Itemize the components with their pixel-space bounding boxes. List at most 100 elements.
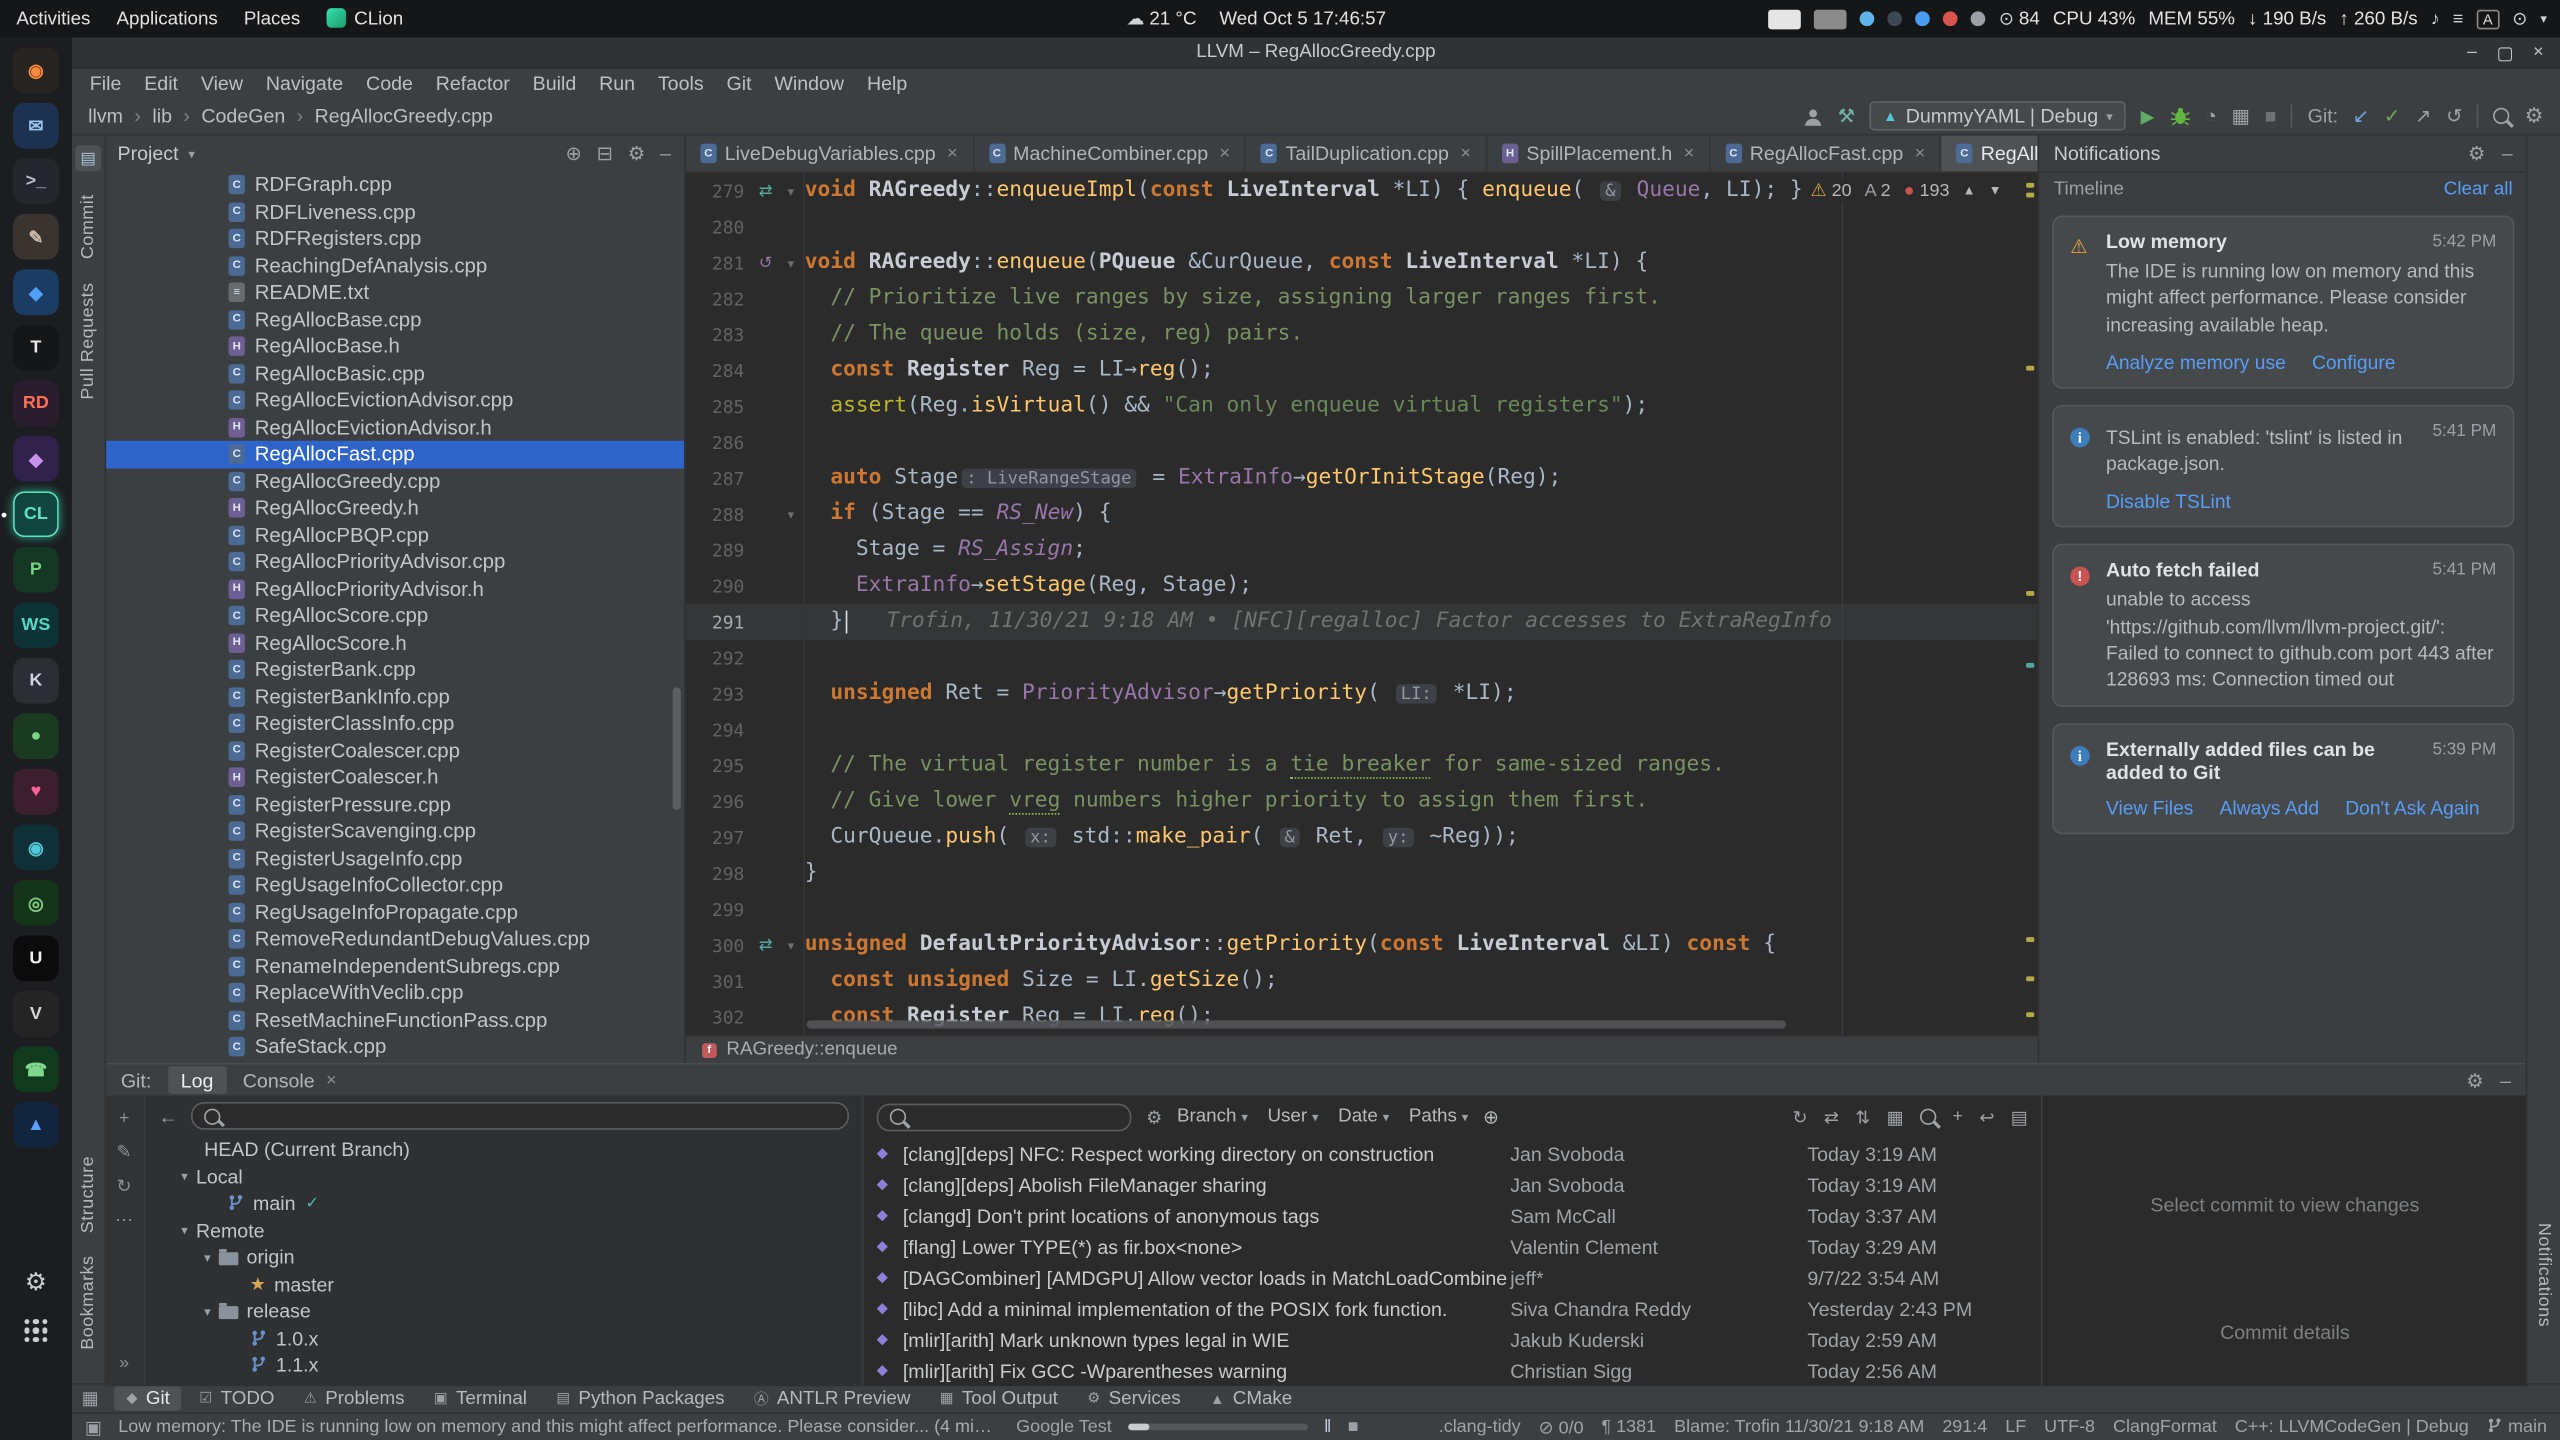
dock-icon[interactable]: ◉ — [13, 824, 59, 870]
dock-icon[interactable]: ▲ — [13, 1102, 59, 1148]
project-file-row[interactable]: RegAllocBasic.cpp — [104, 360, 683, 387]
editor-tab[interactable]: SpillPlacement.h × — [1487, 136, 1710, 172]
line-number[interactable]: 281 — [686, 252, 751, 273]
mem-indicator[interactable]: MEM 55% — [2148, 9, 2235, 29]
tool-window-button[interactable]: ▦ Tool Output — [928, 1386, 1069, 1410]
tab-git-console[interactable]: Console× — [243, 1069, 337, 1092]
project-file-row[interactable]: ReachingDefAnalysis.cpp — [104, 252, 683, 279]
panel-settings-icon[interactable]: ⚙ — [628, 142, 646, 165]
commit-row[interactable]: ◆ [mlir][arith] Mark unknown types legal… — [864, 1324, 2041, 1355]
commit-row[interactable]: ◆ [clang][deps] NFC: Respect working dir… — [864, 1138, 2041, 1169]
line-number[interactable]: 298 — [686, 863, 751, 884]
line-number[interactable]: 299 — [686, 899, 751, 920]
editor-tab[interactable]: RegAllocFast.cpp × — [1711, 136, 1942, 172]
tool-button-notifications[interactable]: Notifications — [2534, 1223, 2554, 1327]
branch-row[interactable]: ★ main ✓ — [145, 1190, 862, 1217]
close-icon[interactable]: × — [326, 1070, 337, 1090]
project-file-row[interactable]: RegAllocEvictionAdvisor.h — [104, 414, 683, 441]
project-file-row[interactable]: RegisterClassInfo.cpp — [104, 710, 683, 737]
keyboard-layout-indicator[interactable]: A — [2476, 9, 2499, 29]
applications-menu[interactable]: Applications — [117, 9, 218, 29]
project-file-row[interactable]: RegisterPressure.cpp — [104, 791, 683, 818]
commit-row[interactable]: ◆ [mlir][arith] Fix GCC -Wparentheses wa… — [864, 1355, 2041, 1386]
search-everywhere-icon[interactable] — [2494, 108, 2510, 124]
breadcrumb-item[interactable]: RegAllocGreedy.cpp — [315, 104, 493, 127]
code-line[interactable]: 300 ⇄ ▾ unsigned DefaultPriorityAdvisor:… — [686, 927, 2038, 963]
navigate-icon[interactable]: + — [1953, 1107, 1964, 1127]
project-panel-title[interactable]: Project — [118, 142, 179, 165]
tool-button-project[interactable]: ▤ — [75, 145, 101, 171]
fold-icon[interactable]: ▾ — [780, 256, 801, 271]
dock-icon[interactable]: U — [13, 936, 59, 982]
dock-icon[interactable]: K — [13, 658, 59, 704]
project-file-row[interactable]: RegAllocBase.h — [104, 333, 683, 360]
project-file-row[interactable]: RDFRegisters.cpp — [104, 225, 683, 252]
chevron-down-icon[interactable]: ▾ — [204, 1304, 211, 1319]
menu-item[interactable]: Tools — [646, 72, 715, 95]
panel-settings-icon[interactable]: ⚙ — [2468, 142, 2486, 165]
memory-indicator[interactable]: ¶ 1381 — [1602, 1417, 1657, 1437]
tool-button-commit[interactable]: Commit — [78, 194, 98, 259]
rollback-icon[interactable]: ↩ — [1979, 1106, 1994, 1127]
dock-icon[interactable]: V — [13, 991, 59, 1037]
project-file-row[interactable]: SafeStack.cpp — [104, 1033, 683, 1060]
fold-icon[interactable]: ▾ — [780, 184, 801, 199]
dock-icon[interactable]: ◎ — [13, 880, 59, 926]
notification-card[interactable]: TSLint is enabled: 'tslint' is listed in… — [2052, 405, 2514, 528]
settings-gear-icon[interactable]: ⚙ — [2525, 103, 2544, 129]
breadcrumb-item[interactable]: lib — [152, 104, 201, 127]
code-line[interactable]: 281 ↺ ▾ void RAGreedy::enqueue(PQueue &C… — [686, 245, 2038, 281]
close-icon[interactable]: × — [1220, 144, 1231, 164]
commit-row[interactable]: ◆ [clang][deps] Abolish FileManager shar… — [864, 1169, 2041, 1200]
dock-icon[interactable]: ♥ — [13, 769, 59, 815]
app-grid-icon[interactable] — [24, 1319, 47, 1342]
prev-problem-icon[interactable]: ▲ — [1963, 183, 1976, 198]
fold-icon[interactable]: ▾ — [780, 938, 801, 953]
chevron-down-icon[interactable]: ▾ — [181, 1223, 188, 1238]
window-title-bar[interactable]: LLVM – RegAllocGreedy.cpp – ▢ × — [72, 38, 2560, 69]
stripe-mark[interactable] — [2026, 1012, 2034, 1017]
dock-icon[interactable]: ◆ — [13, 269, 59, 315]
inspections-widget[interactable]: ⚠ 20 A 2 ● 193 ▲ ▼ — [1804, 178, 2008, 202]
project-file-row[interactable]: RegAllocGreedy.h — [104, 495, 683, 522]
more-icon[interactable]: ⋯ — [115, 1210, 133, 1231]
code-area[interactable]: 279 ⇄ ▾ void RAGreedy::enqueueImpl(const… — [686, 173, 2038, 1035]
line-number[interactable]: 285 — [686, 396, 751, 417]
coverage-button[interactable]: ◔ — [2205, 104, 2217, 127]
project-file-row[interactable]: RegAllocScore.h — [104, 629, 683, 656]
panel-settings-icon[interactable]: ⚙ — [2466, 1069, 2484, 1092]
log-filter[interactable]: User — [1267, 1107, 1318, 1127]
git-rollback-button[interactable]: ↺ — [2446, 104, 2462, 127]
notification-card[interactable]: Auto fetch failed unable to access 'http… — [2052, 544, 2514, 707]
tray-icon[interactable] — [1860, 11, 1875, 26]
app-menu[interactable]: CLion — [326, 8, 403, 29]
line-number[interactable]: 284 — [686, 360, 751, 381]
places-menu[interactable]: Places — [244, 9, 300, 29]
close-icon[interactable]: × — [1460, 144, 1471, 164]
stop-icon[interactable]: ■ — [1348, 1417, 1359, 1437]
log-filter[interactable]: Date — [1338, 1107, 1389, 1127]
commit-row[interactable]: ◆ [DAGCombiner] [AMDGPU] Allow vector lo… — [864, 1262, 2041, 1293]
stripe-mark[interactable] — [2026, 183, 2034, 188]
code-line[interactable]: 286 — [686, 424, 2038, 460]
timeline-label[interactable]: Timeline — [2054, 180, 2124, 200]
refresh-icon[interactable]: ↻ — [117, 1176, 132, 1197]
code-line[interactable]: 289 Stage = RS_Assign; — [686, 532, 2038, 568]
notification-card[interactable]: Low memory The IDE is running low on mem… — [2052, 216, 2514, 389]
user-icon[interactable] — [1802, 105, 1823, 126]
line-number[interactable]: 289 — [686, 540, 751, 561]
menu-item[interactable]: Navigate — [254, 72, 354, 95]
run-button[interactable]: ▶ — [2141, 105, 2155, 126]
dock-icon[interactable]: ◆ — [13, 436, 59, 482]
layout-icon[interactable]: ▦ — [1887, 1106, 1904, 1127]
tool-window-button[interactable]: ▲ CMake — [1199, 1386, 1304, 1410]
project-file-row[interactable]: RegAllocBase.cpp — [104, 306, 683, 333]
tool-window-button[interactable]: ⚙ Services — [1076, 1386, 1192, 1410]
line-number[interactable]: 287 — [686, 468, 751, 489]
network-icon[interactable]: ≡ — [2453, 9, 2463, 29]
line-number[interactable]: 280 — [686, 216, 751, 237]
code-line[interactable]: 294 — [686, 712, 2038, 748]
tool-button-pull-requests[interactable]: Pull Requests — [78, 282, 98, 399]
dock-icon[interactable]: ● — [13, 713, 59, 759]
line-number[interactable]: 286 — [686, 432, 751, 453]
